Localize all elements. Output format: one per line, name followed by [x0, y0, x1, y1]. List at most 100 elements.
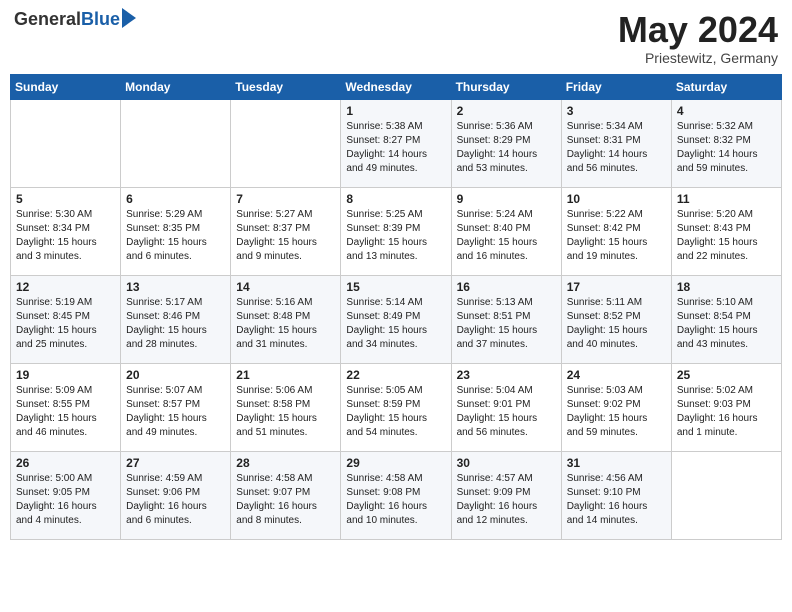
calendar-cell: 30Sunrise: 4:57 AM Sunset: 9:09 PM Dayli… — [451, 451, 561, 539]
calendar-cell: 31Sunrise: 4:56 AM Sunset: 9:10 PM Dayli… — [561, 451, 671, 539]
calendar-cell: 8Sunrise: 5:25 AM Sunset: 8:39 PM Daylig… — [341, 187, 451, 275]
day-info: Sunrise: 5:17 AM Sunset: 8:46 PM Dayligh… — [126, 296, 225, 352]
day-number: 17 — [567, 280, 666, 294]
calendar-cell: 1 Sunrise: 5:38 AM Sunset: 8:27 PM Daylig… — [341, 99, 451, 187]
day-number: 2 — [457, 104, 556, 118]
calendar-cell: 15 Sunrise: 5:14 AM Sunset: 8:49 PM Dayli… — [341, 275, 451, 363]
day-info: Sunrise: 5:14 AM Sunset: 8:49 PM Dayligh… — [346, 296, 445, 352]
calendar-cell: 20 Sunrise: 5:07 AM Sunset: 8:57 PM Dayli… — [121, 363, 231, 451]
day-info: Sunrise: 5:20 AM Sunset: 8:43 PM Dayligh… — [677, 208, 776, 264]
day-info: Sunrise: 5:38 AM Sunset: 8:27 PM Dayligh… — [346, 120, 445, 176]
calendar-cell — [11, 99, 121, 187]
day-number: 24 — [567, 368, 666, 382]
calendar-cell: 22 Sunrise: 5:05 AM Sunset: 8:59 PM Dayli… — [341, 363, 451, 451]
day-number: 5 — [16, 192, 115, 206]
header-thursday: Thursday — [451, 74, 561, 99]
day-info: Sunrise: 5:25 AM Sunset: 8:39 PM Dayligh… — [346, 208, 445, 264]
day-number: 21 — [236, 368, 335, 382]
day-number: 15 — [346, 280, 445, 294]
calendar-table: SundayMondayTuesdayWednesdayThursdayFrid… — [10, 74, 782, 540]
day-number: 27 — [126, 456, 225, 470]
day-info: Sunrise: 4:58 AM Sunset: 9:08 PM Dayligh… — [346, 472, 445, 528]
logo-triangle-icon — [122, 8, 136, 28]
day-number: 26 — [16, 456, 115, 470]
day-info: Sunrise: 4:59 AM Sunset: 9:06 PM Dayligh… — [126, 472, 225, 528]
day-info: Sunrise: 4:58 AM Sunset: 9:07 PM Dayligh… — [236, 472, 335, 528]
calendar-cell: 11 Sunrise: 5:20 AM Sunset: 8:43 PM Dayli… — [671, 187, 781, 275]
day-number: 18 — [677, 280, 776, 294]
page-header: GeneralBlue May 2024 Priestewitz, German… — [10, 10, 782, 66]
calendar-cell: 10 Sunrise: 5:22 AM Sunset: 8:42 PM Dayli… — [561, 187, 671, 275]
calendar-week-row: 1 Sunrise: 5:38 AM Sunset: 8:27 PM Daylig… — [11, 99, 782, 187]
calendar-cell: 2 Sunrise: 5:36 AM Sunset: 8:29 PM Daylig… — [451, 99, 561, 187]
day-info: Sunrise: 5:06 AM Sunset: 8:58 PM Dayligh… — [236, 384, 335, 440]
month-year-title: May 2024 — [618, 10, 778, 50]
day-info: Sunrise: 5:10 AM Sunset: 8:54 PM Dayligh… — [677, 296, 776, 352]
calendar-cell: 25Sunrise: 5:02 AM Sunset: 9:03 PM Dayli… — [671, 363, 781, 451]
day-number: 4 — [677, 104, 776, 118]
calendar-cell: 13 Sunrise: 5:17 AM Sunset: 8:46 PM Dayli… — [121, 275, 231, 363]
day-number: 30 — [457, 456, 556, 470]
calendar-cell: 23 Sunrise: 5:04 AM Sunset: 9:01 PM Dayli… — [451, 363, 561, 451]
day-info: Sunrise: 5:04 AM Sunset: 9:01 PM Dayligh… — [457, 384, 556, 440]
day-number: 29 — [346, 456, 445, 470]
day-number: 14 — [236, 280, 335, 294]
day-info: Sunrise: 5:13 AM Sunset: 8:51 PM Dayligh… — [457, 296, 556, 352]
title-block: May 2024 Priestewitz, Germany — [618, 10, 778, 66]
day-number: 20 — [126, 368, 225, 382]
day-number: 1 — [346, 104, 445, 118]
day-number: 7 — [236, 192, 335, 206]
day-info: Sunrise: 5:30 AM Sunset: 8:34 PM Dayligh… — [16, 208, 115, 264]
calendar-cell: 14Sunrise: 5:16 AM Sunset: 8:48 PM Dayli… — [231, 275, 341, 363]
calendar-cell: 19Sunrise: 5:09 AM Sunset: 8:55 PM Dayli… — [11, 363, 121, 451]
header-friday: Friday — [561, 74, 671, 99]
day-info: Sunrise: 4:56 AM Sunset: 9:10 PM Dayligh… — [567, 472, 666, 528]
calendar-cell: 5 Sunrise: 5:30 AM Sunset: 8:34 PM Daylig… — [11, 187, 121, 275]
calendar-week-row: 5 Sunrise: 5:30 AM Sunset: 8:34 PM Daylig… — [11, 187, 782, 275]
day-info: Sunrise: 5:22 AM Sunset: 8:42 PM Dayligh… — [567, 208, 666, 264]
calendar-cell: 26 Sunrise: 5:00 AM Sunset: 9:05 PM Dayli… — [11, 451, 121, 539]
day-number: 16 — [457, 280, 556, 294]
day-info: Sunrise: 5:05 AM Sunset: 8:59 PM Dayligh… — [346, 384, 445, 440]
day-info: Sunrise: 5:29 AM Sunset: 8:35 PM Dayligh… — [126, 208, 225, 264]
day-number: 22 — [346, 368, 445, 382]
header-saturday: Saturday — [671, 74, 781, 99]
calendar-week-row: 26 Sunrise: 5:00 AM Sunset: 9:05 PM Dayli… — [11, 451, 782, 539]
day-info: Sunrise: 5:32 AM Sunset: 8:32 PM Dayligh… — [677, 120, 776, 176]
day-number: 28 — [236, 456, 335, 470]
day-info: Sunrise: 5:27 AM Sunset: 8:37 PM Dayligh… — [236, 208, 335, 264]
day-info: Sunrise: 5:24 AM Sunset: 8:40 PM Dayligh… — [457, 208, 556, 264]
calendar-cell: 4 Sunrise: 5:32 AM Sunset: 8:32 PM Daylig… — [671, 99, 781, 187]
day-info: Sunrise: 5:19 AM Sunset: 8:45 PM Dayligh… — [16, 296, 115, 352]
day-number: 9 — [457, 192, 556, 206]
day-number: 13 — [126, 280, 225, 294]
day-number: 19 — [16, 368, 115, 382]
day-number: 25 — [677, 368, 776, 382]
calendar-cell: 24 Sunrise: 5:03 AM Sunset: 9:02 PM Dayli… — [561, 363, 671, 451]
header-wednesday: Wednesday — [341, 74, 451, 99]
calendar-cell: 28 Sunrise: 4:58 AM Sunset: 9:07 PM Dayli… — [231, 451, 341, 539]
day-info: Sunrise: 5:03 AM Sunset: 9:02 PM Dayligh… — [567, 384, 666, 440]
day-info: Sunrise: 5:36 AM Sunset: 8:29 PM Dayligh… — [457, 120, 556, 176]
calendar-cell: 3Sunrise: 5:34 AM Sunset: 8:31 PM Daylig… — [561, 99, 671, 187]
calendar-cell: 6 Sunrise: 5:29 AM Sunset: 8:35 PM Daylig… — [121, 187, 231, 275]
calendar-cell: 12Sunrise: 5:19 AM Sunset: 8:45 PM Dayli… — [11, 275, 121, 363]
calendar-cell: 16 Sunrise: 5:13 AM Sunset: 8:51 PM Dayli… — [451, 275, 561, 363]
logo: GeneralBlue — [14, 10, 136, 30]
calendar-cell: 7 Sunrise: 5:27 AM Sunset: 8:37 PM Daylig… — [231, 187, 341, 275]
day-number: 6 — [126, 192, 225, 206]
day-number: 10 — [567, 192, 666, 206]
day-info: Sunrise: 5:00 AM Sunset: 9:05 PM Dayligh… — [16, 472, 115, 528]
logo-general: GeneralBlue — [14, 10, 120, 30]
calendar-cell — [121, 99, 231, 187]
day-number: 11 — [677, 192, 776, 206]
header-row: SundayMondayTuesdayWednesdayThursdayFrid… — [11, 74, 782, 99]
calendar-cell — [671, 451, 781, 539]
day-info: Sunrise: 5:34 AM Sunset: 8:31 PM Dayligh… — [567, 120, 666, 176]
calendar-cell: 17Sunrise: 5:11 AM Sunset: 8:52 PM Dayli… — [561, 275, 671, 363]
calendar-cell: 27 Sunrise: 4:59 AM Sunset: 9:06 PM Dayli… — [121, 451, 231, 539]
day-info: Sunrise: 5:07 AM Sunset: 8:57 PM Dayligh… — [126, 384, 225, 440]
calendar-cell: 21 Sunrise: 5:06 AM Sunset: 8:58 PM Dayli… — [231, 363, 341, 451]
calendar-week-row: 19Sunrise: 5:09 AM Sunset: 8:55 PM Dayli… — [11, 363, 782, 451]
day-number: 23 — [457, 368, 556, 382]
